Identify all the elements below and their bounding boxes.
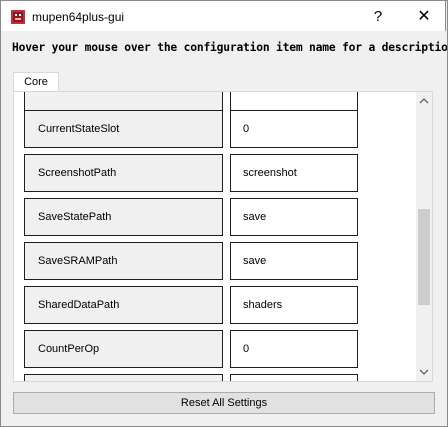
setting-name: SaveStatePath <box>24 198 223 236</box>
tab-core[interactable]: Core <box>13 72 59 92</box>
setting-name: SaveSRAMPath <box>24 242 223 280</box>
setting-value-input[interactable]: shaders <box>230 286 358 324</box>
vertical-scrollbar[interactable] <box>416 92 432 381</box>
settings-row: SharedDataPath shaders <box>14 286 414 324</box>
settings-row <box>14 374 414 381</box>
chevron-down-icon[interactable] <box>416 364 432 380</box>
instructions-text: Hover your mouse over the configuration … <box>12 41 448 54</box>
setting-name: CurrentStateSlot <box>24 110 223 148</box>
setting-value-input[interactable]: screenshot <box>230 154 358 192</box>
setting-name: CountPerOp <box>24 330 223 368</box>
help-button[interactable]: ? <box>355 1 401 32</box>
settings-row: SaveSRAMPath save <box>14 242 414 280</box>
window-title: mupen64plus-gui <box>32 10 125 24</box>
settings-row: CountPerOp 0 <box>14 330 414 368</box>
settings-row: ScreenshotPath screenshot <box>14 154 414 192</box>
title-bar: mupen64plus-gui ? ✕ <box>0 0 446 31</box>
setting-value-input[interactable]: 0 <box>230 110 358 148</box>
setting-value-input[interactable]: save <box>230 198 358 236</box>
settings-list: CurrentStateSlot 0 ScreenshotPath screen… <box>14 92 414 381</box>
reset-all-settings-button[interactable]: Reset All Settings <box>13 392 435 414</box>
setting-value-input[interactable]: save <box>230 242 358 280</box>
close-button[interactable]: ✕ <box>401 1 447 32</box>
setting-name: SharedDataPath <box>24 286 223 324</box>
setting-name: ScreenshotPath <box>24 154 223 192</box>
settings-row: SaveStatePath save <box>14 198 414 236</box>
chevron-up-icon[interactable] <box>416 93 432 109</box>
scrollbar-thumb[interactable] <box>418 209 430 305</box>
settings-row: CurrentStateSlot 0 <box>14 110 414 148</box>
setting-name <box>24 374 223 381</box>
setting-value-input[interactable]: 0 <box>230 330 358 368</box>
mupen64-app-icon <box>11 10 25 24</box>
setting-value-input[interactable] <box>230 374 358 381</box>
settings-panel: CurrentStateSlot 0 ScreenshotPath screen… <box>13 91 433 382</box>
